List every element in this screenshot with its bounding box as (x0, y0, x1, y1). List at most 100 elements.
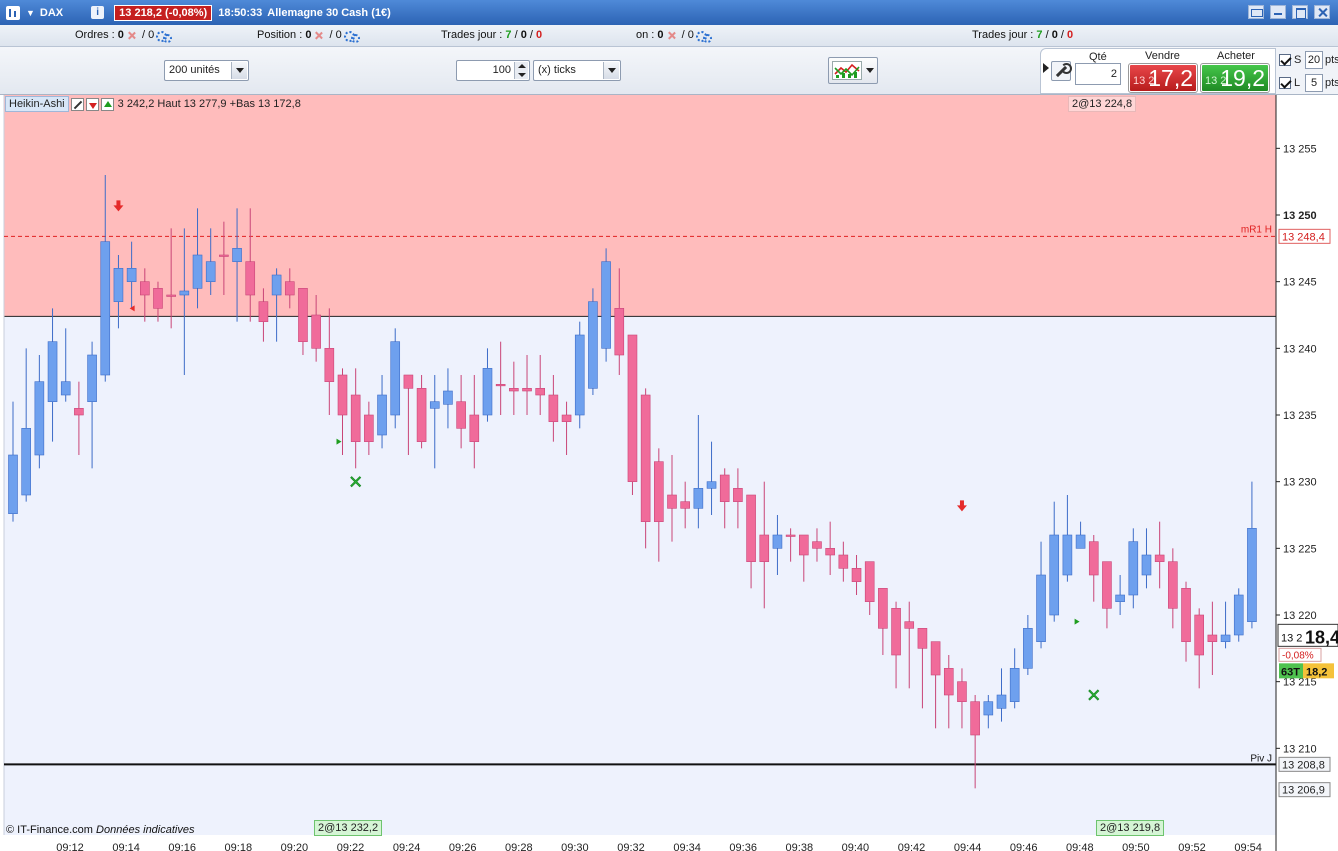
info-icon[interactable]: i (91, 6, 105, 19)
candle-body[interactable] (284, 281, 295, 296)
symbol-name[interactable]: DAX (40, 7, 63, 19)
candle-body[interactable] (456, 401, 466, 429)
wrench-icon[interactable] (70, 97, 84, 111)
candle-body[interactable] (878, 588, 888, 629)
candle-body[interactable] (1168, 561, 1178, 609)
on-settings-icon[interactable] (695, 30, 712, 43)
trade-label-bottom-2[interactable]: 2@13 219,8 (1096, 820, 1165, 836)
candle-body[interactable] (153, 288, 163, 309)
candle-body[interactable] (1115, 594, 1125, 602)
candle-body[interactable] (627, 334, 638, 482)
ticks-select[interactable]: (x) ticks (533, 60, 621, 81)
candle-body[interactable] (1036, 574, 1046, 642)
trade-label-bottom-1[interactable]: 2@13 232,2 (314, 820, 383, 836)
candle-body[interactable] (47, 341, 58, 402)
candle-body[interactable] (1088, 541, 1099, 576)
candle-body[interactable] (509, 388, 519, 392)
candle-body[interactable] (917, 628, 928, 649)
candle-body[interactable] (1102, 561, 1112, 609)
cancel-on-icon[interactable] (667, 31, 676, 40)
candle-body[interactable] (1049, 534, 1060, 616)
candle-body[interactable] (100, 241, 111, 376)
candle-body[interactable] (245, 261, 256, 296)
minimize-icon[interactable] (1270, 5, 1286, 19)
candle-body[interactable] (851, 568, 862, 582)
candle-body[interactable] (1154, 554, 1165, 562)
candle-body[interactable] (759, 534, 770, 562)
keyboard-icon[interactable] (1248, 5, 1264, 19)
ticks-input[interactable]: 100 (456, 60, 530, 81)
candle-body[interactable] (891, 608, 901, 656)
candle-body[interactable] (1181, 588, 1191, 642)
candle-body[interactable] (1207, 634, 1218, 642)
candle-body[interactable] (1075, 534, 1086, 549)
candle-body[interactable] (864, 561, 875, 602)
candle-body[interactable] (364, 414, 374, 442)
candle-body[interactable] (205, 261, 216, 282)
candle-body[interactable] (772, 534, 783, 549)
candle-body[interactable] (416, 388, 427, 442)
chevron-down-icon[interactable] (866, 68, 874, 73)
chart-area[interactable]: mR1 H Piv J 13 210 13 215 13 220 13 225 13 230… (0, 95, 1338, 851)
close-position-icon[interactable] (314, 31, 323, 40)
candle-body[interactable] (1062, 534, 1073, 576)
candle-body[interactable] (983, 701, 994, 716)
candle-body[interactable] (271, 274, 282, 296)
candle-body[interactable] (1247, 528, 1257, 622)
candle-body[interactable] (403, 374, 414, 389)
candle-body[interactable] (1233, 594, 1244, 636)
candle-body[interactable] (469, 414, 480, 442)
candle-body[interactable] (812, 541, 822, 549)
candle-body[interactable] (179, 290, 190, 296)
chart-type-tag[interactable]: Heikin-Ashi (5, 96, 69, 112)
candle-body[interactable] (706, 481, 717, 489)
candle-body[interactable] (654, 461, 664, 522)
candle-body[interactable] (298, 288, 308, 342)
candle-body[interactable] (640, 394, 651, 522)
candle-body[interactable] (548, 394, 559, 422)
candle-body[interactable] (390, 341, 401, 416)
candle-body[interactable] (8, 454, 18, 514)
candle-body[interactable] (943, 668, 954, 696)
candle-body[interactable] (324, 348, 335, 382)
candle-body[interactable] (60, 381, 71, 396)
candle-body[interactable] (957, 681, 967, 702)
candle-body[interactable] (192, 254, 203, 289)
candle-body[interactable] (733, 488, 743, 502)
candle-body[interactable] (443, 390, 453, 405)
candle-body[interactable] (970, 701, 980, 736)
candle-body[interactable] (561, 414, 572, 422)
candle-body[interactable] (311, 314, 321, 349)
candle-body[interactable] (1194, 614, 1204, 656)
candle-body[interactable] (74, 408, 84, 416)
chevron-down-icon[interactable] (231, 62, 247, 79)
position-settings-icon[interactable] (343, 30, 360, 43)
candle-body[interactable] (1023, 628, 1033, 669)
candle-body[interactable] (1009, 668, 1020, 702)
arrow-down-icon[interactable] (85, 97, 99, 111)
wrench-icon[interactable] (1051, 61, 1072, 81)
candle-body[interactable] (232, 248, 242, 262)
limit-checkbox[interactable] (1279, 77, 1291, 89)
candle-body[interactable] (680, 501, 690, 509)
orders-settings-icon[interactable] (156, 30, 173, 43)
qty-input[interactable]: 2 (1075, 63, 1121, 85)
candle-body[interactable] (337, 374, 348, 416)
units-select[interactable]: 200 unités (164, 60, 249, 81)
candle-body[interactable] (258, 301, 269, 322)
candle-body[interactable] (113, 268, 124, 302)
candle-body[interactable] (785, 534, 796, 537)
candle-body[interactable] (588, 301, 598, 389)
candle-body[interactable] (746, 494, 756, 562)
candle-body[interactable] (719, 474, 730, 502)
collapse-panel-icon[interactable] (1043, 63, 1049, 73)
candle-body[interactable] (350, 394, 361, 442)
cancel-orders-icon[interactable] (127, 31, 136, 40)
indicators-button[interactable] (828, 57, 878, 84)
close-icon[interactable] (1314, 5, 1330, 19)
candle-body[interactable] (996, 694, 1007, 709)
ticks-spinner-icon[interactable] (514, 62, 528, 79)
candle-body[interactable] (522, 388, 532, 392)
candle-body[interactable] (1141, 554, 1152, 576)
candle-body[interactable] (377, 394, 387, 436)
